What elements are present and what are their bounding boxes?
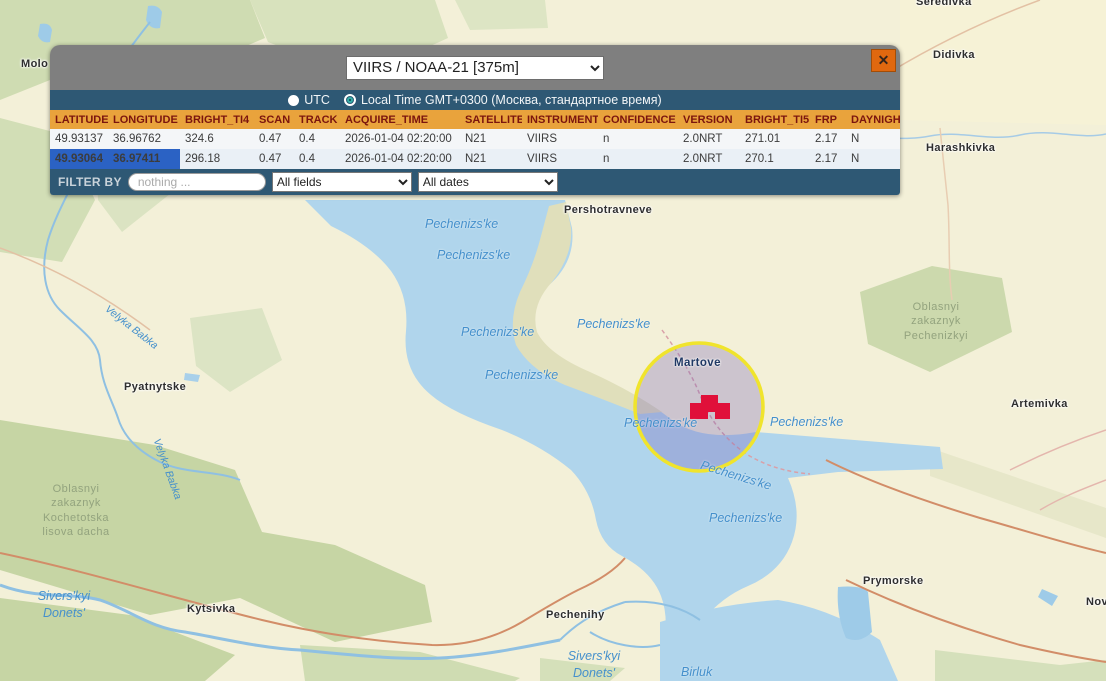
- table-cell[interactable]: N21: [460, 149, 522, 169]
- table-cell[interactable]: VIIRS: [522, 129, 598, 149]
- time-option[interactable]: Local Time GMT+0300 (Москва, стандартное…: [344, 93, 662, 107]
- detections-table: LATITUDELONGITUDEBRIGHT_TI4SCANTRACKACQU…: [50, 110, 900, 169]
- table-cell[interactable]: 2.17: [810, 129, 846, 149]
- table-cell[interactable]: 2026-01-04 02:20:00: [340, 149, 460, 169]
- table-row[interactable]: 49.9313736.96762324.60.470.42026-01-04 0…: [50, 129, 900, 149]
- time-option[interactable]: UTC: [288, 93, 330, 107]
- time-option-label: UTC: [304, 93, 330, 107]
- table-cell[interactable]: 2026-01-04 02:20:00: [340, 129, 460, 149]
- satellite-select[interactable]: VIIRS / NOAA-21 [375m]: [346, 56, 604, 80]
- table-cell[interactable]: 0.47: [254, 129, 294, 149]
- table-cell[interactable]: N21: [460, 129, 522, 149]
- filter-date-select[interactable]: All dates: [418, 172, 558, 192]
- column-header[interactable]: ACQUIRE_TIME: [340, 110, 460, 129]
- table-cell[interactable]: 2.17: [810, 149, 846, 169]
- column-header[interactable]: INSTRUMENT: [522, 110, 598, 129]
- table-cell[interactable]: VIIRS: [522, 149, 598, 169]
- column-header[interactable]: FRP: [810, 110, 846, 129]
- time-option-label: Local Time GMT+0300 (Москва, стандартное…: [361, 93, 662, 107]
- column-header[interactable]: SATELLITE: [460, 110, 522, 129]
- table-cell[interactable]: n: [598, 149, 678, 169]
- table-cell[interactable]: 49.93137: [50, 129, 108, 149]
- table-cell[interactable]: 0.4: [294, 149, 340, 169]
- table-cell[interactable]: 36.97411: [108, 149, 180, 169]
- column-header[interactable]: VERSION: [678, 110, 740, 129]
- panel-header: VIIRS / NOAA-21 [375m] ✕: [50, 45, 900, 90]
- column-header[interactable]: LONGITUDE: [108, 110, 180, 129]
- column-header[interactable]: BRIGHT_TI5: [740, 110, 810, 129]
- table-row[interactable]: 49.9306436.97411296.180.470.42026-01-04 …: [50, 149, 900, 169]
- table-cell[interactable]: 271.01: [740, 129, 810, 149]
- table-cell[interactable]: 296.18: [180, 149, 254, 169]
- radio-icon[interactable]: [288, 95, 299, 106]
- filter-input[interactable]: [128, 173, 266, 191]
- urban-area: [900, 0, 1106, 125]
- close-icon: ✕: [878, 52, 890, 68]
- table-cell[interactable]: N: [846, 129, 900, 149]
- table-cell[interactable]: 0.47: [254, 149, 294, 169]
- table-cell[interactable]: 2.0NRT: [678, 129, 740, 149]
- table-body: 49.9313736.96762324.60.470.42026-01-04 0…: [50, 129, 900, 169]
- filter-field-select[interactable]: All fields: [272, 172, 412, 192]
- close-button[interactable]: ✕: [871, 49, 896, 72]
- table-cell[interactable]: N: [846, 149, 900, 169]
- filter-by-label: FILTER BY: [58, 175, 122, 189]
- table-cell[interactable]: 36.96762: [108, 129, 180, 149]
- table-cell[interactable]: 0.4: [294, 129, 340, 149]
- column-header[interactable]: LATITUDE: [50, 110, 108, 129]
- table-cell[interactable]: 49.93064: [50, 149, 108, 169]
- column-header[interactable]: DAYNIGHT: [846, 110, 900, 129]
- time-toggle-bar: UTC Local Time GMT+0300 (Москва, стандарт…: [50, 90, 900, 110]
- map[interactable]: SeredivkaDidivkaMoloHarashkivkaPershotra…: [0, 0, 1106, 681]
- column-header[interactable]: TRACK: [294, 110, 340, 129]
- column-header[interactable]: SCAN: [254, 110, 294, 129]
- column-header[interactable]: CONFIDENCE: [598, 110, 678, 129]
- detections-panel: VIIRS / NOAA-21 [375m] ✕ UTC Local Time G…: [50, 45, 900, 195]
- table-cell[interactable]: 270.1: [740, 149, 810, 169]
- table-cell[interactable]: 2.0NRT: [678, 149, 740, 169]
- table-cell[interactable]: n: [598, 129, 678, 149]
- column-header[interactable]: BRIGHT_TI4: [180, 110, 254, 129]
- table-cell[interactable]: 324.6: [180, 129, 254, 149]
- radio-icon[interactable]: [344, 94, 356, 106]
- filter-bar: FILTER BY All fields All dates: [50, 169, 900, 195]
- table-header-row: LATITUDELONGITUDEBRIGHT_TI4SCANTRACKACQU…: [50, 110, 900, 129]
